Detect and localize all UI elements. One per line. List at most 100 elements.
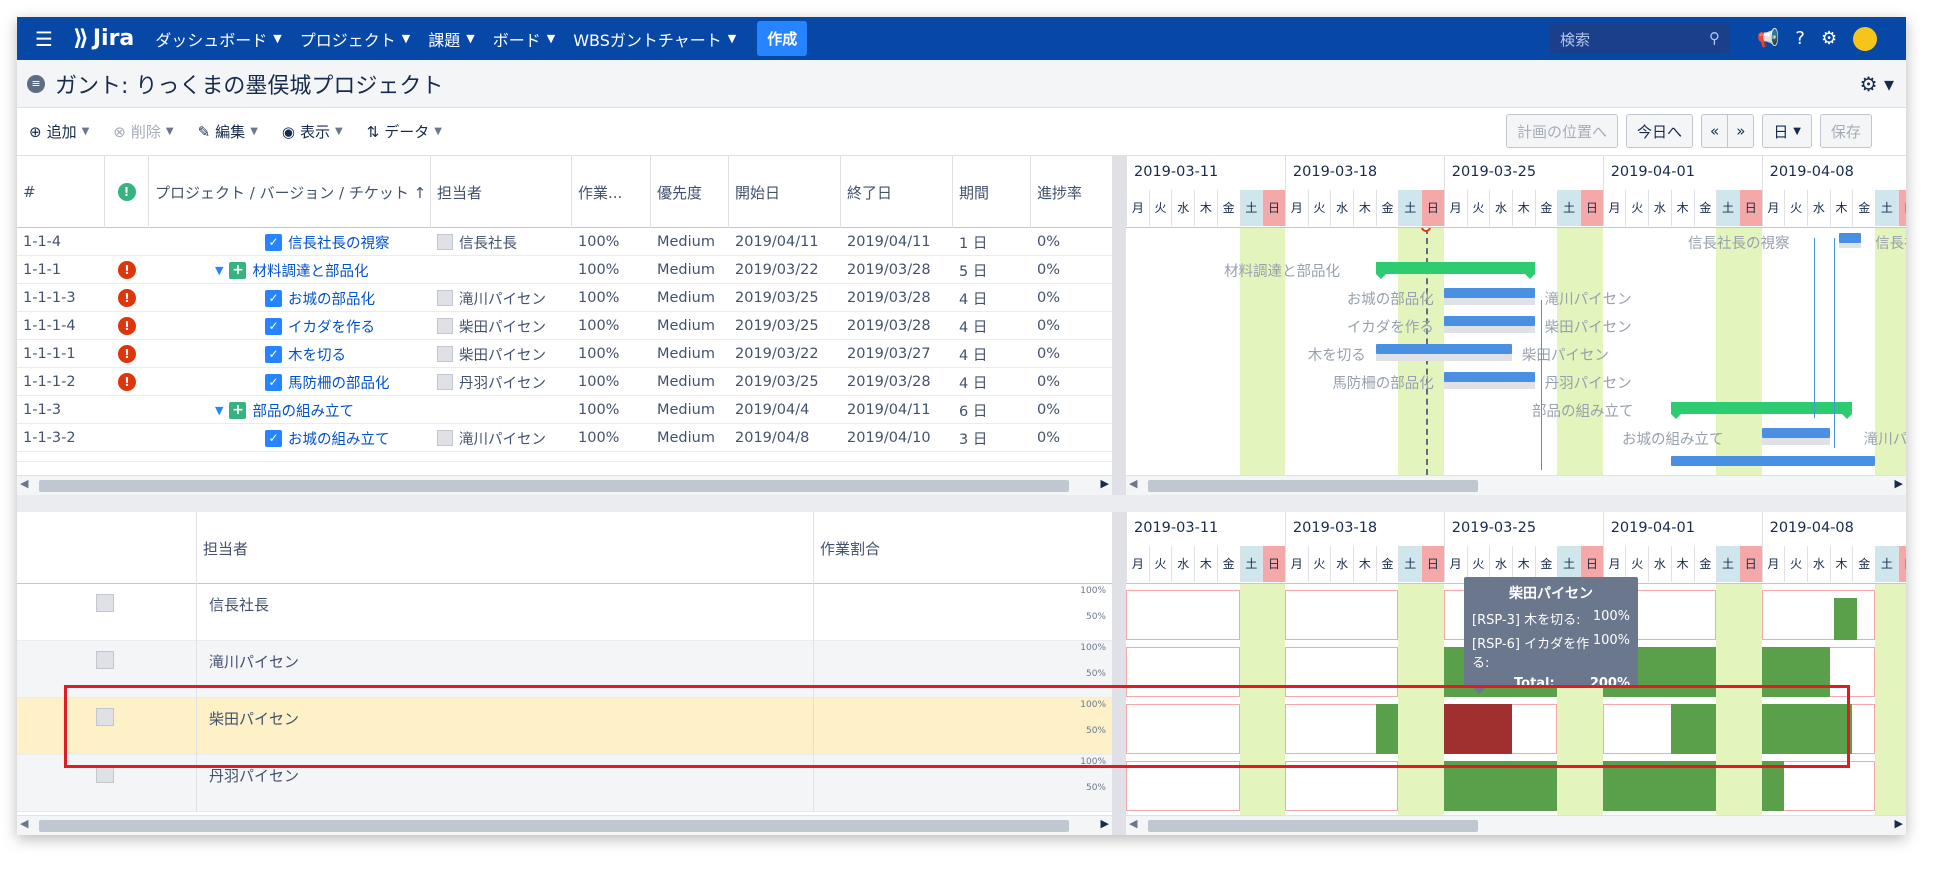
table-row[interactable]: 1-1-1-2! ✓ 馬防柵の部品化 丹羽パイセン 100% Medium 2019/03/…	[17, 368, 1126, 396]
data-button[interactable]: ⇅ データ ▼	[355, 121, 454, 142]
res-pane-splitter[interactable]	[1112, 512, 1126, 835]
row-title-link[interactable]: お城の組み立て	[288, 428, 390, 449]
hamburger-icon[interactable]: ☰	[31, 27, 57, 51]
row-title-link[interactable]: 信長社長の視察	[288, 232, 390, 253]
jira-logo[interactable]: ⟫ Jira	[73, 26, 134, 51]
table-row[interactable]: 1-1-1! ▼ + 材料調達と部品化 100% Medium 2019/03/22 2019…	[17, 256, 1126, 284]
row-title[interactable]: ✓ 信長社長の視察	[149, 228, 431, 256]
res-gantt-scrollbar[interactable]: ◀ ▶	[1126, 815, 1906, 835]
megaphone-icon[interactable]: 📢	[1757, 28, 1779, 49]
scale-dropdown[interactable]: 日 ▼	[1762, 114, 1812, 148]
create-button[interactable]: 作成	[757, 21, 808, 56]
bar-track[interactable]	[1443, 297, 1535, 305]
nav-issues[interactable]: 課題 ▼	[419, 27, 483, 51]
bar-track[interactable]	[1761, 437, 1830, 445]
col-res-assignee[interactable]: 担当者	[197, 512, 814, 584]
col-work[interactable]: 作業...	[572, 156, 651, 228]
scroll-thumb[interactable]	[39, 480, 1069, 492]
summary-bar[interactable]	[1375, 262, 1535, 279]
scroll-right-icon[interactable]: ▶	[1101, 817, 1109, 830]
row-title-link[interactable]: イカダを作る	[288, 316, 375, 337]
col-progress[interactable]: 進捗率	[1031, 156, 1112, 228]
bar-track[interactable]	[1443, 381, 1535, 389]
row-title[interactable]: ✓ 馬防柵の部品化	[149, 368, 431, 396]
today-button[interactable]: 今日へ	[1626, 114, 1694, 148]
table-row[interactable]: 1-1-1-3! ✓ お城の部品化 滝川パイセン 100% Medium 2019/03/2…	[17, 284, 1126, 312]
scroll-left-icon[interactable]: ◀	[1129, 477, 1137, 490]
summary-bar[interactable]	[1670, 402, 1853, 419]
dependency-line[interactable]	[1813, 238, 1815, 418]
res-grid-scrollbar[interactable]: ◀ ▶	[17, 815, 1112, 835]
col-assignee[interactable]: 担当者	[431, 156, 572, 228]
dependency-line[interactable]	[1834, 238, 1836, 448]
search-input[interactable]: 検索 ⚲	[1550, 23, 1730, 54]
scroll-left-icon[interactable]: ◀	[20, 477, 28, 490]
dependency-line[interactable]	[1541, 300, 1543, 470]
col-start[interactable]: 開始日	[729, 156, 841, 228]
col-title[interactable]: プロジェクト / バージョン / チケット ↑	[149, 156, 431, 228]
bar-track[interactable]	[1443, 325, 1535, 333]
page-settings-gear-icon[interactable]: ⚙ ▾	[1860, 72, 1894, 96]
help-icon[interactable]: ?	[1795, 28, 1805, 49]
grid-scrollbar[interactable]: ◀ ▶	[17, 475, 1112, 495]
table-row[interactable]: 1-1-1-4! ✓ イカダを作る 柴田パイセン 100% Medium 2019/03/2…	[17, 312, 1126, 340]
row-title[interactable]: ✓ お城の部品化	[149, 284, 431, 312]
expand-triangle-icon[interactable]: ▼	[215, 264, 223, 277]
scroll-right-icon[interactable]: ▶	[1101, 477, 1109, 490]
scroll-thumb[interactable]	[39, 820, 1069, 832]
table-row[interactable]: 1-1-4 ✓ 信長社長の視察 信長社長 100% Medium 2019/04/11 201…	[17, 228, 1126, 256]
gantt-bar[interactable]	[1838, 233, 1862, 243]
gantt-bar[interactable]	[1443, 288, 1535, 298]
gantt-bar[interactable]	[1670, 456, 1876, 466]
resource-row[interactable]: 信長社長 100% 50%	[17, 584, 1126, 641]
row-title-link[interactable]: 部品の組み立て	[252, 400, 354, 421]
row-title-link[interactable]: 馬防柵の部品化	[288, 372, 390, 393]
row-title[interactable]: ▼ + 部品の組み立て	[149, 396, 431, 424]
scroll-right-icon[interactable]: ▶	[1895, 817, 1903, 830]
gantt-bar[interactable]	[1443, 372, 1535, 382]
edit-button[interactable]: ✎ 編集 ▼	[186, 121, 270, 142]
table-row[interactable]: 1-1-3-2 ✓ お城の組み立て 滝川パイセン 100% Medium 2019/04/8…	[17, 424, 1126, 452]
save-button[interactable]: 保存	[1819, 114, 1872, 148]
delete-button[interactable]: ⊗ 削除 ▼	[101, 121, 185, 142]
next-button[interactable]: »	[1727, 115, 1753, 147]
col-work-ratio[interactable]: 作業割合	[814, 512, 1112, 584]
row-title-link[interactable]: お城の部品化	[288, 288, 375, 309]
view-button[interactable]: ◉ 表示 ▼	[270, 121, 355, 142]
pane-splitter[interactable]	[1112, 156, 1126, 495]
row-title[interactable]: ✓ お城の組み立て	[149, 424, 431, 452]
row-title[interactable]: ✓ 木を切る	[149, 340, 431, 368]
col-end[interactable]: 終了日	[841, 156, 953, 228]
gantt-bar[interactable]	[1375, 344, 1512, 354]
col-priority[interactable]: 優先度	[651, 156, 729, 228]
scroll-left-icon[interactable]: ◀	[1129, 817, 1137, 830]
row-title[interactable]: ▼ + 材料調達と部品化	[149, 256, 431, 284]
table-row-partial[interactable]	[17, 452, 1126, 462]
plan-position-button[interactable]: 計画の位置へ	[1506, 114, 1619, 148]
col-duration[interactable]: 期間	[953, 156, 1031, 228]
bar-track[interactable]	[1375, 353, 1512, 361]
table-row[interactable]: 1-1-1-1! ✓ 木を切る 柴田パイセン 100% Medium 2019/03/22 2…	[17, 340, 1126, 368]
add-button[interactable]: ⊕ 追加 ▼	[17, 121, 101, 142]
col-id[interactable]: #	[17, 156, 105, 228]
nav-boards[interactable]: ボード ▼	[484, 27, 564, 51]
scroll-left-icon[interactable]: ◀	[20, 817, 28, 830]
row-title-link[interactable]: 木を切る	[288, 344, 346, 365]
gantt-scrollbar[interactable]: ◀ ▶	[1126, 475, 1906, 495]
scroll-right-icon[interactable]: ▶	[1895, 477, 1903, 490]
pane-divider[interactable]	[17, 495, 1906, 512]
user-avatar[interactable]	[1853, 26, 1878, 51]
scroll-thumb[interactable]	[1148, 480, 1478, 492]
col-warning[interactable]: !	[105, 156, 149, 228]
gantt-bar[interactable]	[1761, 428, 1830, 438]
expand-triangle-icon[interactable]: ▼	[215, 404, 223, 417]
prev-button[interactable]: «	[1702, 115, 1727, 147]
scroll-thumb[interactable]	[1148, 820, 1478, 832]
row-title[interactable]: ✓ イカダを作る	[149, 312, 431, 340]
nav-wbs-gantt[interactable]: WBSガントチャート ▼	[564, 27, 745, 51]
table-row[interactable]: 1-1-3 ▼ + 部品の組み立て 100% Medium 2019/04/4 2019/04…	[17, 396, 1126, 424]
settings-gear-icon[interactable]: ⚙	[1821, 28, 1837, 49]
nav-projects[interactable]: プロジェクト ▼	[291, 27, 419, 51]
gantt-bar[interactable]	[1443, 316, 1535, 326]
row-title-link[interactable]: 材料調達と部品化	[252, 260, 368, 281]
